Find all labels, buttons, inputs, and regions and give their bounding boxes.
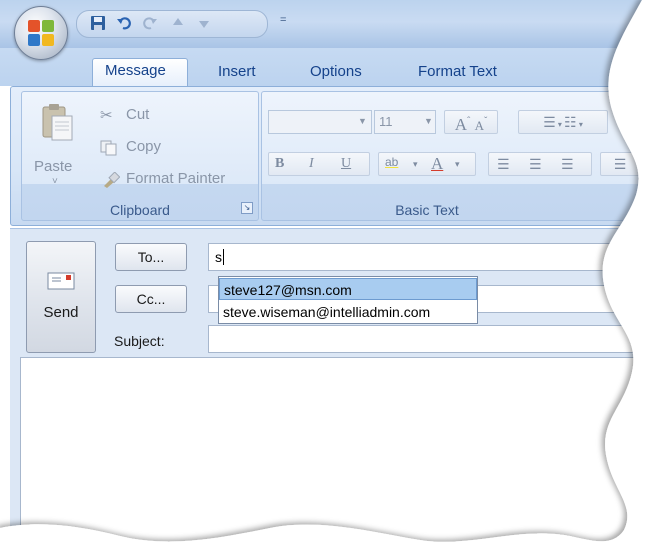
clipboard-launcher-icon[interactable]: ↘ <box>241 202 253 214</box>
to-field[interactable]: s <box>208 243 650 271</box>
paste-button[interactable]: Paste <box>34 158 72 175</box>
to-button[interactable]: To... <box>115 243 187 271</box>
font-style-buttons: B I U <box>268 152 370 176</box>
outlook-message-window: = Message Insert Options Format Text Pas… <box>0 0 650 556</box>
text-caret <box>223 249 224 265</box>
to-field-value: s <box>215 249 222 265</box>
paste-dropdown-icon[interactable]: ˅ <box>52 176 58 187</box>
align-left-icon[interactable]: ☰ <box>497 153 510 175</box>
font-name-dropdown-icon[interactable]: ▼ <box>358 116 367 126</box>
autocomplete-item[interactable]: steve.wiseman@intelliadmin.com <box>219 301 477 323</box>
cc-button[interactable]: Cc... <box>115 285 187 313</box>
italic-button[interactable]: I <box>309 153 314 175</box>
list-buttons: ☰ ▾ ☷ ▾ <box>518 110 608 134</box>
font-size-dropdown-icon[interactable]: ▼ <box>424 116 433 126</box>
tab-message[interactable]: Message <box>92 58 188 88</box>
ribbon-tabs: Message Insert Options Format Text <box>0 48 650 88</box>
underline-button[interactable]: U <box>341 153 351 175</box>
bullets-icon[interactable]: ☰ <box>543 114 556 130</box>
align-center-icon[interactable]: ☰ <box>529 153 542 175</box>
copy-label: Copy <box>126 138 162 155</box>
font-name-box[interactable] <box>268 110 372 134</box>
shrink-font-button[interactable]: A <box>475 118 484 133</box>
scissors-icon: ✂ <box>100 107 113 124</box>
up-arrow-icon[interactable] <box>169 15 187 33</box>
office-logo-icon <box>28 20 54 46</box>
save-icon[interactable] <box>89 15 107 33</box>
cut-label: Cut <box>126 106 150 123</box>
subject-field[interactable] <box>208 325 650 353</box>
more-format-icon[interactable]: ☰ <box>600 152 640 176</box>
title-bar: = <box>0 0 650 48</box>
envelope-icon <box>47 272 75 290</box>
office-button[interactable] <box>14 6 68 60</box>
bold-button[interactable]: B <box>275 153 284 175</box>
format-painter-button[interactable]: Format Painter <box>100 170 260 192</box>
send-label: Send <box>43 304 79 321</box>
autocomplete-list: steve127@msn.com steve.wiseman@intelliad… <box>218 276 478 324</box>
paste-icon[interactable] <box>40 102 74 142</box>
basic-text-group-label: Basic Text <box>395 202 459 218</box>
format-painter-label: Format Painter <box>126 170 226 187</box>
align-right-icon[interactable]: ☰ <box>561 153 574 175</box>
highlight-button[interactable]: ab <box>385 151 398 173</box>
send-button[interactable]: Send <box>26 241 96 353</box>
down-arrow-icon[interactable] <box>195 15 213 33</box>
numbering-icon[interactable]: ☷ <box>564 114 577 130</box>
basic-text-group: ▼ 11 ▼ Aˆ Aˇ ☰ ▾ ☷ ▾ ⇤ B I U ab ▾ A ▾ ☰ … <box>261 91 650 221</box>
color-buttons: ab ▾ A ▾ <box>378 152 476 176</box>
clipboard-group: Paste ˅ ✂ Cut Copy Format Painter Clipbo… <box>21 91 259 221</box>
autocomplete-item[interactable]: steve127@msn.com <box>219 278 477 300</box>
clipboard-group-label: Clipboard <box>110 202 170 218</box>
copy-icon <box>100 140 118 161</box>
subject-label: Subject: <box>114 333 165 349</box>
indent-icon[interactable]: ⇤ <box>622 110 650 134</box>
quick-access-toolbar <box>76 10 268 38</box>
ribbon: Paste ˅ ✂ Cut Copy Format Painter Clipbo… <box>10 86 650 226</box>
tab-options[interactable]: Options <box>298 60 374 86</box>
alignment-buttons: ☰ ☰ ☰ <box>488 152 592 176</box>
grow-font-button[interactable]: A <box>455 115 467 134</box>
undo-icon[interactable] <box>115 15 133 33</box>
tab-insert[interactable]: Insert <box>206 60 268 86</box>
grow-shrink-font-group: Aˆ Aˇ <box>444 110 498 134</box>
font-color-button[interactable]: A <box>431 153 443 175</box>
customize-toolbar-icon[interactable]: = <box>280 14 286 26</box>
paintbrush-icon <box>102 171 121 193</box>
tab-format-text[interactable]: Format Text <box>406 60 509 86</box>
message-body[interactable] <box>20 357 650 556</box>
redo-icon[interactable] <box>141 15 159 33</box>
